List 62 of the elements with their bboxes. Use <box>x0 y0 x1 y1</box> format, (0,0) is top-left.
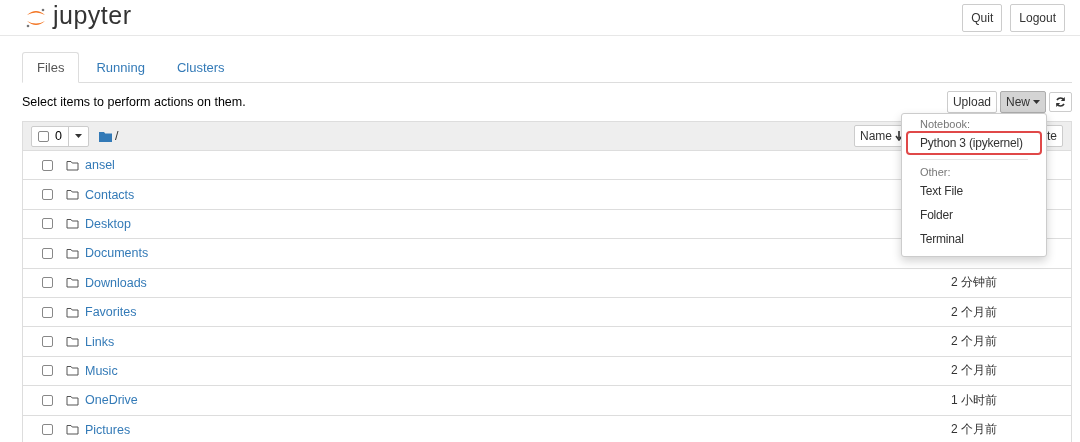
folder-icon <box>66 306 79 318</box>
folder-link[interactable]: Music <box>85 363 118 378</box>
tab[interactable]: Running <box>81 52 160 83</box>
modified-time: 2 个月前 <box>951 303 997 321</box>
folder-link[interactable]: Favorites <box>85 305 137 320</box>
instruction-text: Select items to perform actions on them. <box>22 95 246 109</box>
select-all-control[interactable]: 0 <box>31 125 89 147</box>
checkbox[interactable] <box>42 189 53 201</box>
new-button[interactable]: New <box>1000 91 1046 113</box>
checkbox[interactable] <box>42 306 53 318</box>
checkbox[interactable] <box>42 277 53 289</box>
folder-link[interactable]: Contacts <box>85 187 135 202</box>
folder-link[interactable]: Documents <box>85 246 149 261</box>
folder-icon <box>66 336 79 348</box>
menu-item[interactable]: Folder <box>906 203 1042 227</box>
sort-arrow-icon <box>895 131 903 141</box>
folder-link[interactable]: ansel <box>85 158 115 173</box>
refresh-button[interactable] <box>1049 92 1072 112</box>
modified-time: 2 个月前 <box>951 421 997 439</box>
checkbox[interactable] <box>42 336 53 348</box>
folder-icon <box>66 159 79 171</box>
checkbox[interactable] <box>42 159 53 171</box>
folder-icon <box>66 394 79 406</box>
folder-icon <box>66 247 79 259</box>
folder-icon <box>66 189 79 201</box>
folder-icon <box>66 365 79 377</box>
caret-icon <box>74 134 82 138</box>
checkbox[interactable] <box>42 365 53 377</box>
logo-icon <box>25 6 47 29</box>
checkbox[interactable] <box>42 424 53 436</box>
folder-link[interactable]: Pictures <box>85 422 131 437</box>
folder-link[interactable]: Links <box>85 334 115 349</box>
folder-link[interactable]: Desktop <box>85 216 131 231</box>
menu-item[interactable]: Text File <box>906 179 1042 203</box>
checkbox[interactable] <box>42 218 53 230</box>
refresh-icon <box>1055 96 1066 108</box>
folder-icon <box>66 277 79 289</box>
upload-button[interactable]: Upload <box>946 91 997 113</box>
caret-icon <box>1033 100 1040 104</box>
folder-icon[interactable] <box>98 130 112 142</box>
menu-section-label: Notebook: <box>919 117 972 131</box>
selected-count: 0 <box>55 129 62 143</box>
path-link[interactable]: / <box>114 129 119 143</box>
menu-item[interactable]: Python 3 (ipykernel) <box>906 131 1042 155</box>
header-button[interactable]: Quit <box>962 3 1003 32</box>
folder-icon <box>66 218 79 230</box>
tab[interactable]: Clusters <box>161 52 240 83</box>
menu-item[interactable]: Terminal <box>906 227 1042 251</box>
folder-link[interactable]: Downloads <box>85 275 147 290</box>
modified-time: 2 个月前 <box>951 333 997 351</box>
checkbox[interactable] <box>42 247 53 259</box>
modified-time: 2 分钟前 <box>951 274 997 292</box>
tab[interactable]: Files <box>22 52 80 83</box>
folder-link[interactable]: OneDrive <box>85 393 138 408</box>
logo-text: jupyter <box>53 1 132 30</box>
modified-time: 2 个月前 <box>951 362 997 380</box>
folder-icon <box>66 424 79 436</box>
header-button[interactable]: Logout <box>1010 3 1065 32</box>
modified-time: 1 小时前 <box>951 391 997 409</box>
checkbox[interactable] <box>38 130 49 142</box>
checkbox[interactable] <box>42 394 53 406</box>
menu-section-label: Other: <box>919 165 952 179</box>
